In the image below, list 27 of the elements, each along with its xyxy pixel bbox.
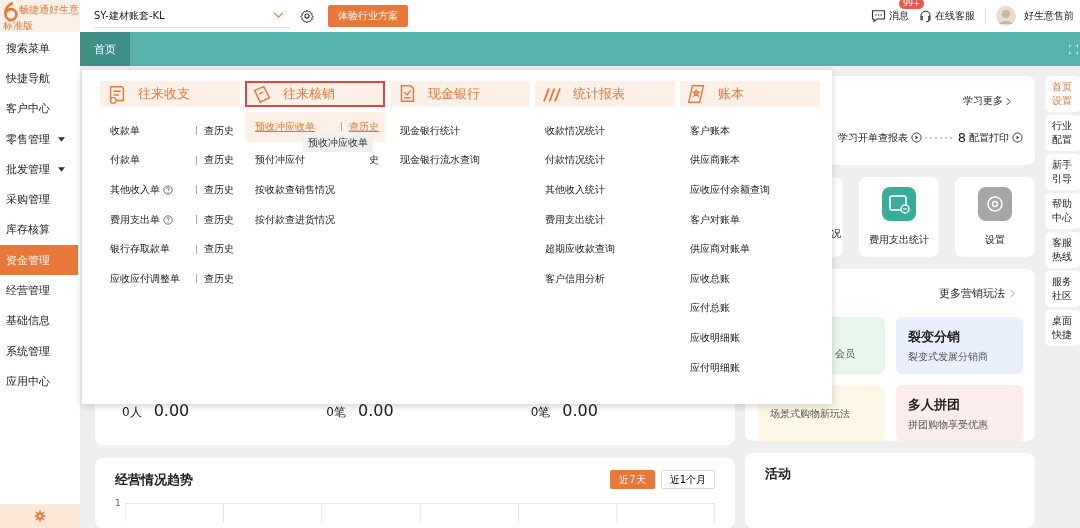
promo-subtitle: 会员 xyxy=(835,346,855,361)
stat-count: 0笔 xyxy=(530,404,551,421)
notification-badge: 99+ xyxy=(899,0,924,9)
stat-count: 0笔 xyxy=(326,404,346,421)
promo-title: 裂变分销 xyxy=(908,327,961,346)
tile-label: 费用支出统计 xyxy=(869,233,929,247)
stat-amount: 0.00 xyxy=(153,401,190,420)
menu-group-header: 账本 xyxy=(680,81,820,107)
stat-count: 0人 xyxy=(122,404,142,421)
menu-group-header: 统计报表 xyxy=(535,81,675,107)
promo-title: 多人拼团 xyxy=(908,395,961,414)
stat-amount: 0.00 xyxy=(357,401,394,420)
logo-name: 畅捷通好生意 xyxy=(19,3,79,17)
menu-group-header: 往来核销 xyxy=(245,81,385,107)
promo-subtitle: 裂变式发展分销商 xyxy=(908,349,989,364)
card-title: 经营情况趋势 xyxy=(115,470,193,489)
step-number: 8 xyxy=(957,130,966,145)
edition-label: 标准版 xyxy=(3,19,33,33)
card-title: 活动 xyxy=(765,466,791,481)
tile-label: 况 xyxy=(831,227,841,241)
promo-subtitle: 场景式购物新玩法 xyxy=(770,406,851,421)
menu-group-header: 往来收支 xyxy=(100,81,240,107)
stat-amount: 0.00 xyxy=(562,401,598,420)
menu-group-header: 现金银行 xyxy=(390,81,530,107)
axis-tick-label: 1 xyxy=(115,499,121,508)
tile-label: 设置 xyxy=(985,233,1005,247)
promo-subtitle: 拼团购物享受优惠 xyxy=(908,417,989,432)
